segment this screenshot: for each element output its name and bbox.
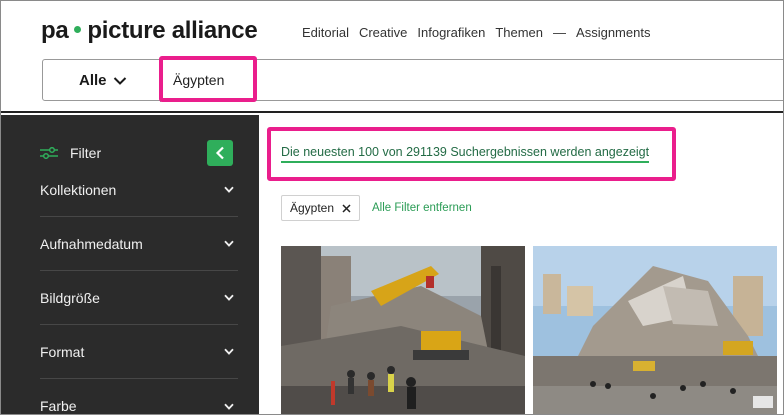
facet-label: Aufnahmedatum [40,235,143,252]
nav-editorial[interactable]: Editorial [302,25,349,40]
filter-label: Filter [70,145,102,161]
site-header: pa picture alliance Editorial Creative In… [1,1,783,113]
scope-label: Alle [79,72,107,89]
facet-bildgroesse[interactable]: Bildgröße [40,271,238,325]
results-summary: Die neuesten 100 von 291139 Suchergebnis… [281,145,650,163]
facet-label: Kollektionen [40,181,117,198]
logo-dot-icon [74,26,82,34]
chevron-down-icon [224,240,234,247]
filter-header[interactable]: Filter [40,145,101,161]
filter-sliders-icon [40,147,58,159]
nav-themen[interactable]: Themen [495,25,543,40]
active-filter-chip[interactable]: Ägypten [281,195,361,221]
facet-aufnahmedatum[interactable]: Aufnahmedatum [40,217,238,271]
filter-sidebar: Filter Kollektionen Aufnahmedatum Bildgr… [1,115,259,414]
clear-filters-link[interactable]: Alle Filter entfernen [372,202,472,214]
facet-label: Bildgröße [40,289,100,306]
active-filter-label: Ägypten [290,201,335,215]
facet-farbe[interactable]: Farbe [40,379,238,414]
result-image-1[interactable] [281,246,525,414]
facet-format[interactable]: Format [40,325,238,379]
facet-label: Farbe [40,398,77,414]
facet-label: Format [40,343,85,360]
logo-pa: pa [41,17,69,44]
chevron-down-icon [224,186,234,193]
main-nav: Editorial Creative Infografiken Themen —… [302,25,650,40]
logo-picture-alliance: picture alliance [87,17,258,44]
nav-creative[interactable]: Creative [359,25,407,40]
browser-frame: pa picture alliance Editorial Creative In… [0,0,784,415]
facet-kollektionen[interactable]: Kollektionen [40,163,238,217]
nav-separator: — [553,25,567,40]
results-area: Die neuesten 100 von 291139 Suchergebnis… [259,115,783,414]
scope-dropdown[interactable]: Alle [79,72,127,89]
close-icon[interactable] [342,203,351,213]
nav-assignments[interactable]: Assignments [576,25,650,40]
chevron-down-icon [224,348,234,355]
result-image-2[interactable] [533,246,777,414]
site-logo[interactable]: pa picture alliance [41,17,258,45]
chevron-down-icon [113,76,126,85]
chevron-left-icon [215,146,224,160]
nav-infografiken[interactable]: Infografiken [417,25,485,40]
photo-collapsed-building [533,246,777,414]
search-bar: Alle [42,59,783,102]
search-input[interactable] [161,60,783,100]
photo-excavator-rubble [281,246,525,414]
chevron-down-icon [224,403,234,410]
chevron-down-icon [224,294,234,301]
